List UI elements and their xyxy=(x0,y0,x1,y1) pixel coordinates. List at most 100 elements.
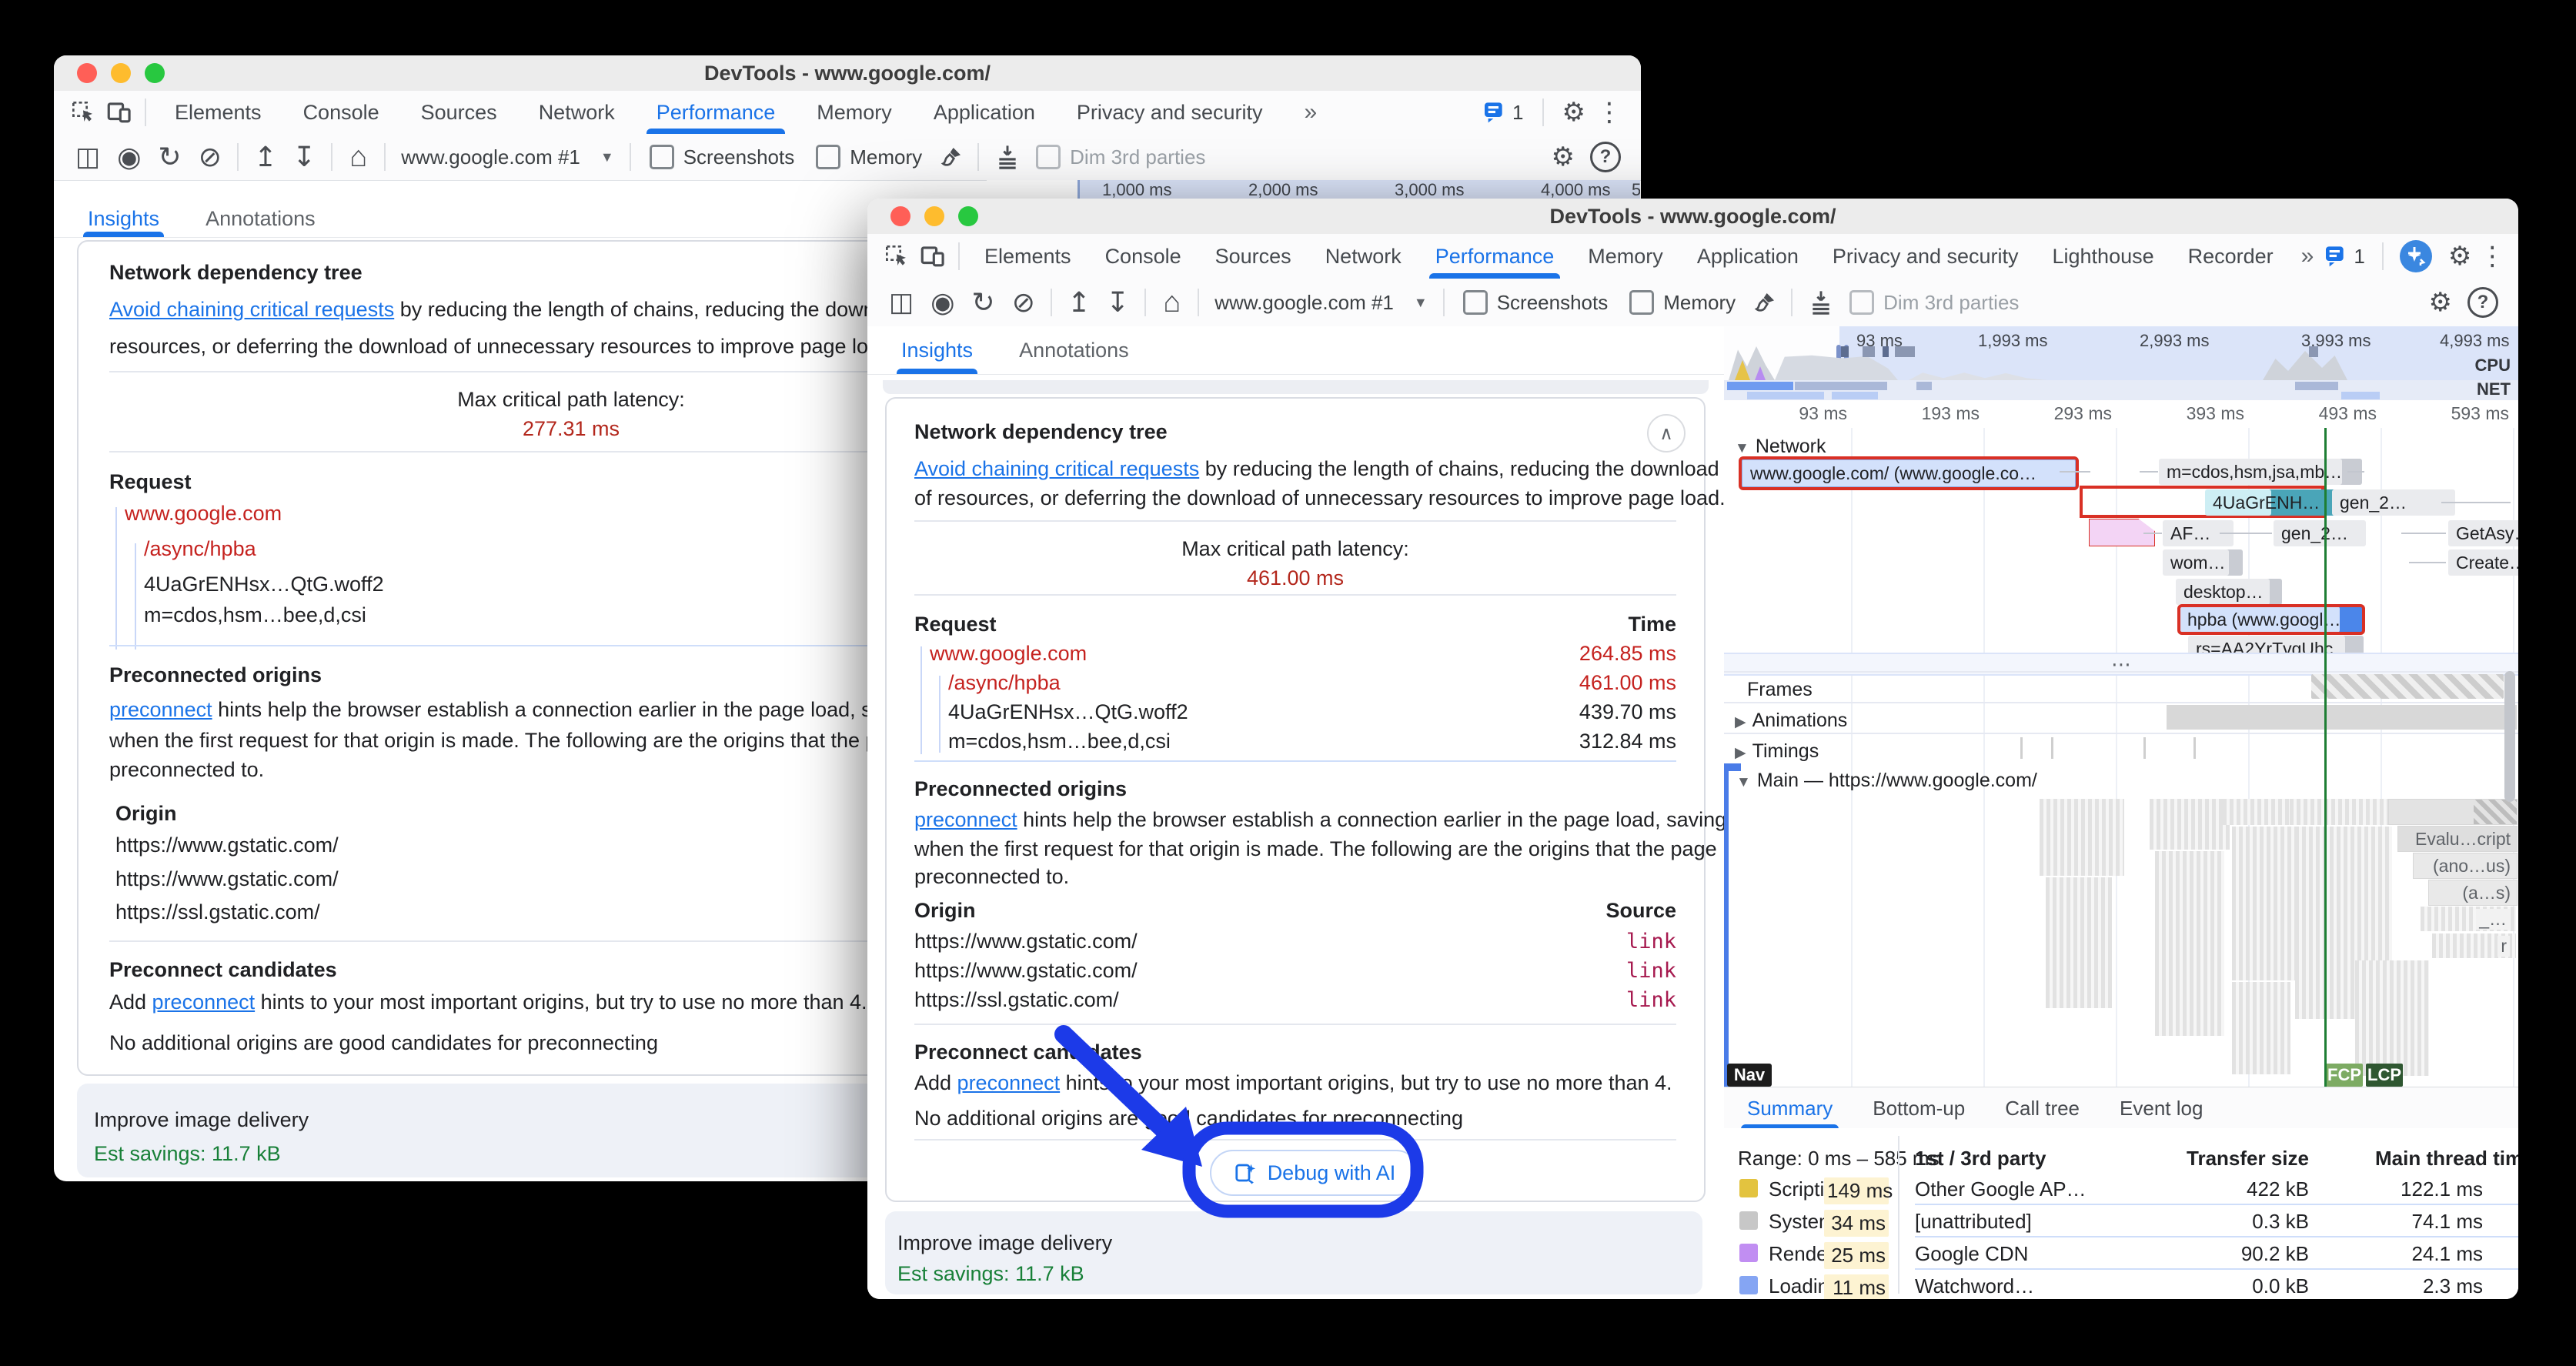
device-toolbar-icon[interactable] xyxy=(920,244,946,269)
kebab-menu-icon[interactable]: ⋮ xyxy=(2479,243,2505,269)
tab-sources[interactable]: Sources xyxy=(1198,234,1308,279)
inspect-icon[interactable] xyxy=(71,100,95,125)
timeline-tracks[interactable]: ▼Network www.google.com/ (www.google.co…… xyxy=(1724,428,2518,1087)
origin-source-link[interactable]: link xyxy=(1626,930,1676,954)
gc-brush-icon[interactable] xyxy=(939,145,964,169)
tab-memory[interactable]: Memory xyxy=(1571,234,1680,279)
tab-sources[interactable]: Sources xyxy=(400,91,518,134)
network-request-bar[interactable]: GetAsy… xyxy=(2448,520,2518,546)
frames-strip[interactable] xyxy=(2311,674,2504,699)
main-track-header[interactable]: ▼Main — https://www.google.com/ xyxy=(1736,770,2037,792)
network-track-header[interactable]: ▼Network xyxy=(1735,436,1826,458)
request-item[interactable]: m=cdos,hsm…bee,d,csi xyxy=(144,603,366,627)
network-dependency-card[interactable]: Network dependency tree ∧ Avoid chaining… xyxy=(885,397,1706,1202)
tab-application[interactable]: Application xyxy=(1680,234,1816,279)
request-item[interactable]: 4UaGrENHsx…QtG.woff2 xyxy=(144,573,384,596)
timings-track-header[interactable]: ▶Timings xyxy=(1735,740,1819,763)
network-request-bar[interactable]: m=cdos,hsm,jsa,mb… xyxy=(2159,459,2362,485)
screenshots-checkbox[interactable]: Screenshots xyxy=(1463,290,1609,315)
tab-network[interactable]: Network xyxy=(1308,234,1418,279)
issues-icon[interactable] xyxy=(1483,101,1508,124)
tab-insights[interactable]: Insights xyxy=(88,200,159,237)
toggle-sidebar-icon[interactable]: ◫ xyxy=(889,289,914,316)
animations-bar[interactable] xyxy=(2167,705,2517,730)
history-select[interactable]: www.google.com #1 ▼ xyxy=(401,145,614,169)
network-request-bar-hpba[interactable]: hpba (www.googl… xyxy=(2180,606,2363,633)
flame-anonymous2[interactable]: (a…s) xyxy=(2428,880,2518,906)
origin-source-link[interactable]: link xyxy=(1626,988,1676,1012)
tab-performance[interactable]: Performance xyxy=(636,91,797,134)
timeline-minimap[interactable]: 93 ms 1,993 ms 2,993 ms 3,993 ms 4,993 m… xyxy=(1724,326,2518,400)
nav-marker[interactable]: Nav xyxy=(1727,1064,1772,1087)
request-item[interactable]: m=cdos,hsm…bee,d,csi xyxy=(948,730,1171,753)
tab-privacy[interactable]: Privacy and security xyxy=(1816,234,2036,279)
col-main-thread-time[interactable]: Main thread time xyxy=(2375,1147,2518,1171)
table-cell[interactable]: Google CDN xyxy=(1915,1242,2028,1266)
clear-icon[interactable]: ⊘ xyxy=(1012,289,1035,316)
table-cell[interactable]: Watchword… xyxy=(1915,1274,2034,1298)
reload-record-icon[interactable]: ↻ xyxy=(972,289,995,316)
device-toolbar-icon[interactable] xyxy=(106,100,132,125)
devtools-window-front[interactable]: DevTools - www.google.com/ Elements Cons… xyxy=(867,199,2518,1299)
tab-console[interactable]: Console xyxy=(282,91,400,134)
collapse-card-button[interactable]: ∧ xyxy=(1647,414,1686,453)
tab-privacy[interactable]: Privacy and security xyxy=(1056,91,1284,134)
timeline-minimap[interactable]: 1,000 ms 2,000 ms 3,000 ms 4,000 ms 5 xyxy=(987,180,1640,200)
memory-checkbox[interactable]: Memory xyxy=(816,145,922,169)
preconnect-link[interactable]: preconnect xyxy=(152,990,256,1014)
network-request-bar[interactable]: wom… xyxy=(2163,549,2243,576)
panel-settings-gear-icon[interactable]: ⚙ xyxy=(2429,289,2452,316)
table-cell[interactable]: [unattributed] xyxy=(1915,1210,2032,1234)
request-item[interactable]: /async/hpba xyxy=(948,671,1061,695)
timeline-ruler[interactable]: 93 ms 193 ms 293 ms 393 ms 493 ms 593 ms xyxy=(1724,400,2518,429)
panel-settings-gear-icon[interactable]: ⚙ xyxy=(1552,144,1575,170)
preconnect-link[interactable]: preconnect xyxy=(109,698,212,721)
toggle-sidebar-icon[interactable]: ◫ xyxy=(75,144,100,170)
improve-image-delivery-card[interactable]: Improve image delivery Est savings: 11.7… xyxy=(885,1211,1702,1294)
download-profile-icon[interactable]: ↧ xyxy=(292,143,316,171)
tab-bottom-up[interactable]: Bottom-up xyxy=(1873,1087,1965,1129)
kebab-menu-icon[interactable]: ⋮ xyxy=(1596,99,1622,125)
home-icon[interactable]: ⌂ xyxy=(349,142,367,172)
origin-source-link[interactable]: link xyxy=(1626,959,1676,983)
network-request-bar-main[interactable]: www.google.com/ (www.google.co… xyxy=(1741,459,2077,488)
flame-misc[interactable]: r xyxy=(2497,936,2510,957)
inspect-icon[interactable] xyxy=(884,244,909,269)
home-icon[interactable]: ⌂ xyxy=(1163,288,1181,317)
animations-track-header[interactable]: ▶Animations xyxy=(1735,710,1847,732)
help-icon[interactable]: ? xyxy=(1590,142,1621,172)
titlebar[interactable]: DevTools - www.google.com/ xyxy=(54,55,1641,92)
tab-application[interactable]: Application xyxy=(913,91,1056,134)
history-select[interactable]: www.google.com #1 ▼ xyxy=(1214,291,1428,315)
tab-console[interactable]: Console xyxy=(1088,234,1198,279)
settings-gear-icon[interactable]: ⚙ xyxy=(2448,243,2471,269)
tab-event-log[interactable]: Event log xyxy=(2120,1087,2203,1129)
network-throttle-icon[interactable] xyxy=(996,145,1019,169)
tab-summary[interactable]: Summary xyxy=(1747,1087,1833,1129)
tab-elements[interactable]: Elements xyxy=(967,234,1088,279)
dim-3rd-parties-checkbox[interactable]: Dim 3rd parties xyxy=(1849,290,2019,315)
request-item[interactable]: www.google.com xyxy=(930,642,1087,666)
scrollbar[interactable] xyxy=(2504,671,2515,802)
col-party[interactable]: 1st / 3rd party xyxy=(1915,1147,2046,1171)
tab-call-tree[interactable]: Call tree xyxy=(2005,1087,2080,1129)
issues-count[interactable]: 1 xyxy=(2354,245,2364,269)
table-cell[interactable]: Other Google AP… xyxy=(1915,1177,2087,1201)
avoid-chaining-link[interactable]: Avoid chaining critical requests xyxy=(109,298,394,321)
tab-recorder[interactable]: Recorder xyxy=(2171,234,2290,279)
tab-network[interactable]: Network xyxy=(518,91,636,134)
reload-record-icon[interactable]: ↻ xyxy=(159,143,182,171)
ai-assistance-icon[interactable] xyxy=(2399,239,2433,273)
network-request-bar[interactable]: Create… xyxy=(2448,549,2518,576)
upload-profile-icon[interactable]: ↥ xyxy=(1067,289,1091,316)
issues-icon[interactable] xyxy=(2324,245,2349,268)
flame-evaluate-script[interactable]: Evalu…cript xyxy=(2397,826,2518,852)
preconnect-link[interactable]: preconnect xyxy=(914,808,1017,831)
clear-icon[interactable]: ⊘ xyxy=(199,143,222,171)
memory-checkbox[interactable]: Memory xyxy=(1629,290,1736,315)
request-item[interactable]: /async/hpba xyxy=(144,537,256,561)
screenshots-checkbox[interactable]: Screenshots xyxy=(650,145,795,169)
lcp-marker[interactable]: LCP xyxy=(2366,1064,2403,1087)
record-icon[interactable]: ◉ xyxy=(117,143,141,171)
tab-memory[interactable]: Memory xyxy=(796,91,913,134)
